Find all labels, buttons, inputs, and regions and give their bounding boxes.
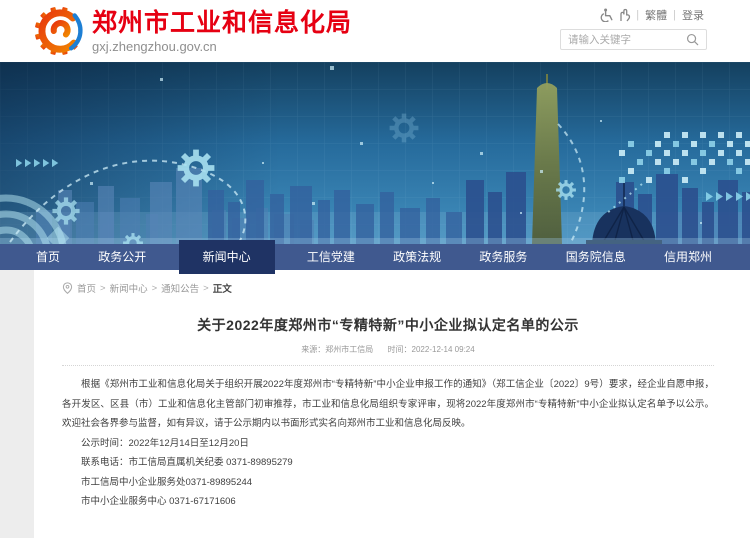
article-title: 关于2022年度郑州市“专精特新”中小企业拟认定名单的公示 (62, 315, 714, 335)
search-button[interactable] (686, 33, 699, 46)
nav-item-6[interactable]: 政务服务 (473, 244, 533, 274)
links-separator: | (636, 9, 639, 21)
breadcrumb-item[interactable]: 首页 (77, 281, 96, 295)
article-body: 根据《郑州市工业和信息化局关于组织开展2022年度郑州市“专精特新”中小企业申报… (62, 366, 714, 512)
login-link[interactable]: 登录 (682, 7, 704, 23)
nav-item-7[interactable]: 国务院信息 (560, 244, 632, 274)
magnifier-icon (686, 33, 699, 46)
hero-banner (0, 62, 750, 244)
breadcrumb-item: 正文 (213, 281, 232, 295)
breadcrumb-separator: > (152, 283, 158, 294)
nav-item-3[interactable]: 新闻中心 (179, 240, 275, 274)
article-source: 来源：郑州市工信局 (301, 345, 373, 354)
content-container: 首页>新闻中心>通知公告>正文 关于2022年度郑州市“专精特新”中小企业拟认定… (34, 270, 750, 538)
article-paragraph: 公示时间：2022年12月14日至12月20日 (62, 434, 714, 454)
site-header: 郑州市工业和信息化局 gxj.zhengzhou.gov.cn | 繁體 | 登… (0, 0, 750, 62)
site-logo[interactable]: 郑州市工业和信息化局 gxj.zhengzhou.gov.cn (33, 5, 352, 57)
banner-illustration (0, 62, 750, 244)
gear-swoosh-logo-icon (33, 5, 85, 57)
site-url: gxj.zhengzhou.gov.cn (92, 39, 352, 55)
sign-language-icon[interactable] (618, 8, 631, 22)
main-nav-list: 首页政务公开新闻中心工信党建政策法规政务服务国务院信息信用郑州 (0, 244, 750, 274)
nav-item-1[interactable]: 首页 (30, 244, 66, 274)
site-name: 郑州市工业和信息化局 (92, 8, 352, 38)
header-right: | 繁體 | 登录 (560, 7, 707, 50)
article-paragraph: 根据《郑州市工业和信息化局关于组织开展2022年度郑州市“专精特新”中小企业申报… (62, 375, 714, 434)
page-body: 首页>新闻中心>通知公告>正文 关于2022年度郑州市“专精特新”中小企业拟认定… (0, 270, 750, 538)
links-separator: | (673, 9, 676, 21)
logo-text: 郑州市工业和信息化局 gxj.zhengzhou.gov.cn (92, 8, 352, 55)
breadcrumb-item[interactable]: 通知公告 (161, 281, 199, 295)
nav-item-8[interactable]: 信用郑州 (658, 244, 718, 274)
article-time: 时间：2022-12-14 09:24 (388, 345, 475, 354)
article-meta: 来源：郑州市工信局 时间：2022-12-14 09:24 (62, 344, 714, 366)
top-links: | 繁體 | 登录 (560, 7, 707, 22)
wheelchair-icon[interactable] (600, 8, 614, 22)
nav-item-5[interactable]: 政策法规 (387, 244, 447, 274)
breadcrumb: 首页>新闻中心>通知公告>正文 (62, 276, 714, 301)
breadcrumb-list: 首页>新闻中心>通知公告>正文 (77, 281, 232, 295)
main-nav: 首页政务公开新闻中心工信党建政策法规政务服务国务院信息信用郑州 (0, 244, 750, 270)
article-paragraph: 联系电话：市工信局直属机关纪委 0371-89895279 (62, 453, 714, 473)
breadcrumb-separator: > (203, 283, 209, 294)
article-paragraph: 市工信局中小企业服务处0371-89895244 (62, 473, 714, 493)
map-pin-icon (62, 282, 73, 294)
breadcrumb-item[interactable]: 新闻中心 (110, 281, 148, 295)
search-input[interactable] (568, 34, 686, 46)
breadcrumb-separator: > (100, 283, 106, 294)
traditional-chinese-link[interactable]: 繁體 (645, 7, 667, 23)
nav-item-4[interactable]: 工信党建 (301, 244, 361, 274)
article-paragraph: 市中小企业服务中心 0371-67171606 (62, 492, 714, 512)
search-box (560, 29, 707, 50)
nav-item-2[interactable]: 政务公开 (92, 244, 152, 274)
